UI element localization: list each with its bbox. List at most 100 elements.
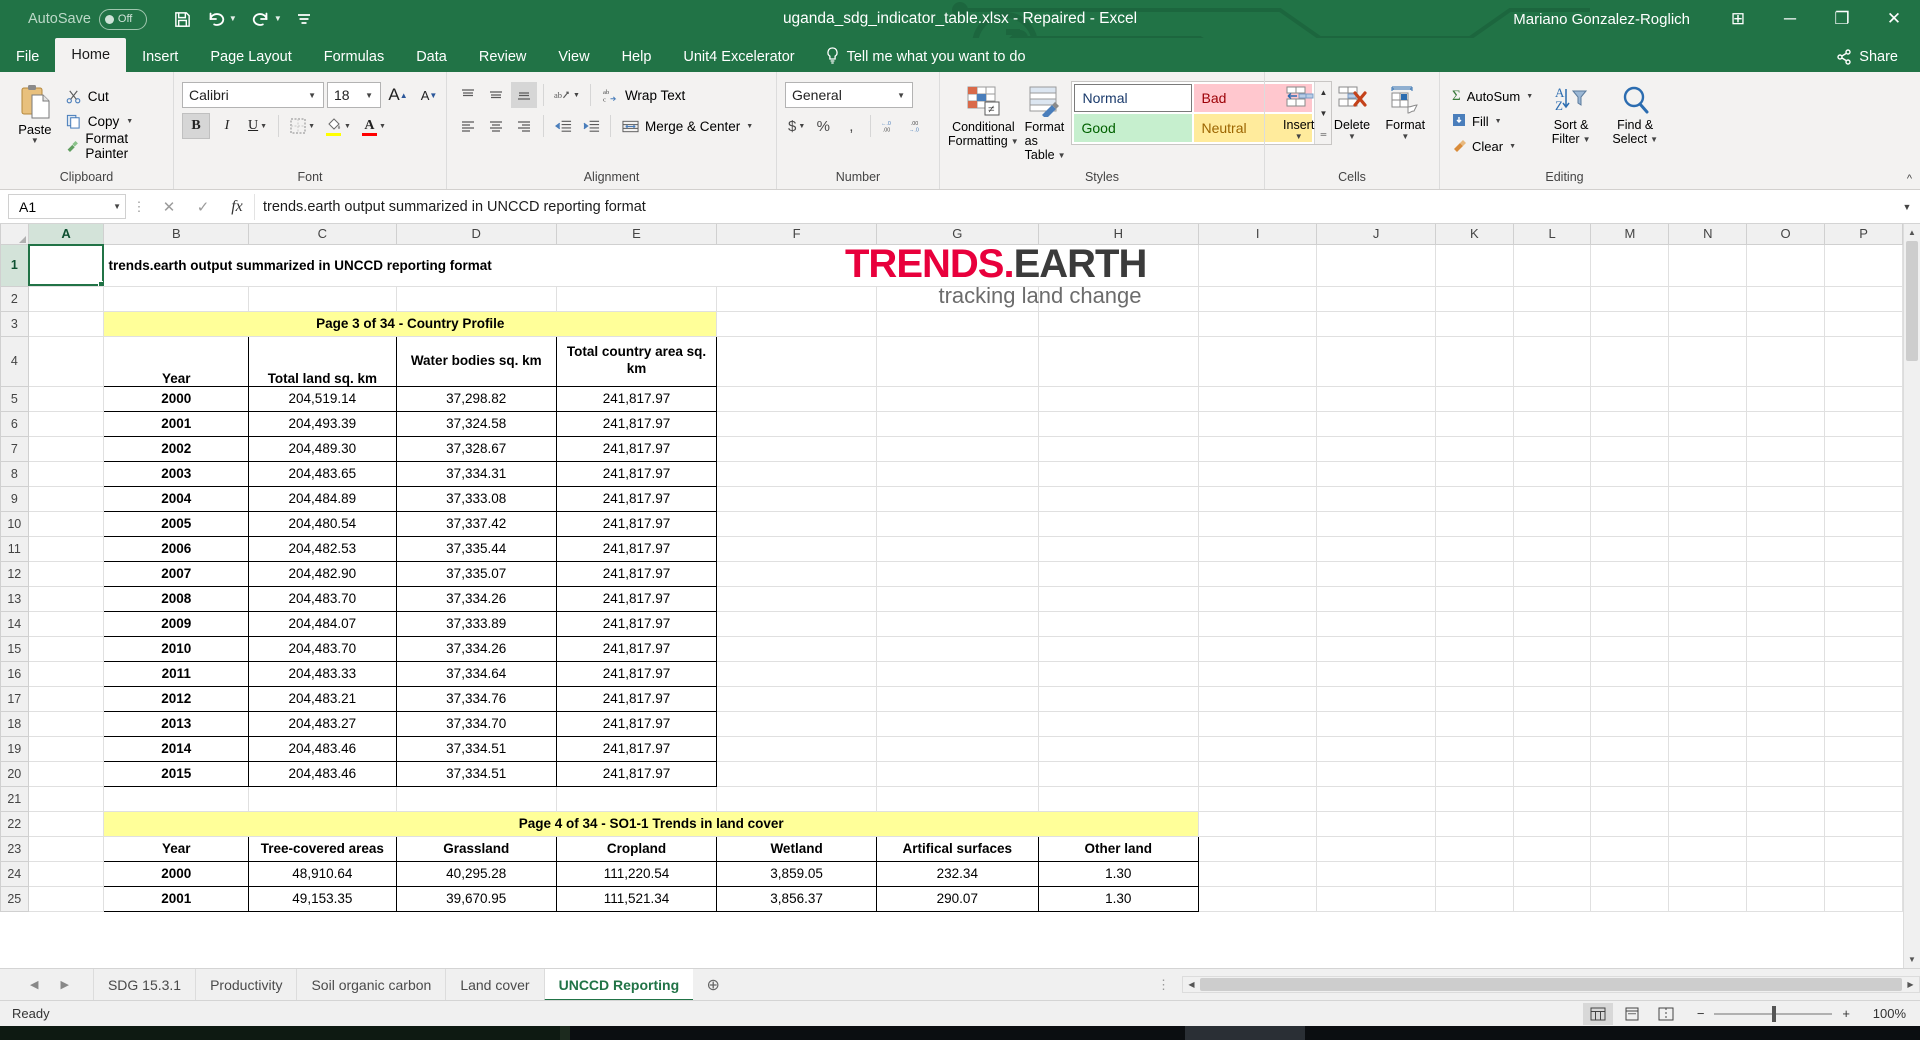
row-header-11[interactable]: 11 xyxy=(1,536,29,561)
row-header-12[interactable]: 12 xyxy=(1,561,29,586)
cell-F21[interactable] xyxy=(717,786,877,811)
find-select-caret-icon[interactable]: ▼ xyxy=(1650,135,1658,144)
save-icon[interactable] xyxy=(173,10,192,29)
cell-K15[interactable] xyxy=(1435,636,1513,661)
name-box-caret-icon[interactable]: ▼ xyxy=(113,202,121,211)
page-break-view-icon[interactable] xyxy=(1651,1003,1681,1025)
row-header-1[interactable]: 1 xyxy=(1,244,29,286)
orientation-caret-icon[interactable]: ▼ xyxy=(573,92,580,99)
table2-header-1[interactable]: Tree-covered areas xyxy=(249,836,397,861)
cell-P19[interactable] xyxy=(1825,736,1903,761)
row-header-23[interactable]: 23 xyxy=(1,836,29,861)
cell-F16[interactable] xyxy=(717,661,877,686)
table1-cell-year[interactable]: 2005 xyxy=(104,511,249,536)
paste-caret-icon[interactable]: ▼ xyxy=(31,136,39,145)
cell-L16[interactable] xyxy=(1513,661,1591,686)
cell-G7[interactable] xyxy=(877,436,1039,461)
cell-J19[interactable] xyxy=(1317,736,1435,761)
cell-O25[interactable] xyxy=(1747,886,1825,911)
normal-view-icon[interactable] xyxy=(1583,1003,1613,1025)
cell-F3[interactable] xyxy=(717,311,877,336)
cell-F20[interactable] xyxy=(717,761,877,786)
table1-cell-water-bodies[interactable]: 37,334.70 xyxy=(396,711,556,736)
cell-J12[interactable] xyxy=(1317,561,1435,586)
table1-header-1[interactable]: Total land sq. km xyxy=(249,336,397,386)
vertical-scroll-thumb[interactable] xyxy=(1906,241,1918,361)
cell-I25[interactable] xyxy=(1198,886,1316,911)
cell-J22[interactable] xyxy=(1317,811,1435,836)
cell-M3[interactable] xyxy=(1591,311,1669,336)
format-as-table-button[interactable]: Format as Table ▼ xyxy=(1025,81,1066,162)
table1-cell-water-bodies[interactable]: 37,334.64 xyxy=(396,661,556,686)
cell-P6[interactable] xyxy=(1825,411,1903,436)
column-header-F[interactable]: F xyxy=(717,224,877,244)
cell-K6[interactable] xyxy=(1435,411,1513,436)
cell-H17[interactable] xyxy=(1038,686,1198,711)
row-header-21[interactable]: 21 xyxy=(1,786,29,811)
merge-center-button[interactable]: Merge & Center ▼ xyxy=(617,113,758,139)
cell-F11[interactable] xyxy=(717,536,877,561)
cell-M5[interactable] xyxy=(1591,386,1669,411)
cell-J18[interactable] xyxy=(1317,711,1435,736)
cell-A12[interactable] xyxy=(28,561,104,586)
row-header-22[interactable]: 22 xyxy=(1,811,29,836)
row-header-5[interactable]: 5 xyxy=(1,386,29,411)
zoom-in-button[interactable]: + xyxy=(1842,1006,1850,1021)
cell-M8[interactable] xyxy=(1591,461,1669,486)
cell-L3[interactable] xyxy=(1513,311,1591,336)
row-header-20[interactable]: 20 xyxy=(1,761,29,786)
column-header-C[interactable]: C xyxy=(249,224,397,244)
cell-O23[interactable] xyxy=(1747,836,1825,861)
cell-K3[interactable] xyxy=(1435,311,1513,336)
ribbon-tab-view[interactable]: View xyxy=(542,42,605,72)
cell-J15[interactable] xyxy=(1317,636,1435,661)
cell-K19[interactable] xyxy=(1435,736,1513,761)
table1-cell-total-land[interactable]: 204,493.39 xyxy=(249,411,397,436)
cell-H14[interactable] xyxy=(1038,611,1198,636)
cell-J25[interactable] xyxy=(1317,886,1435,911)
horizontal-scrollbar[interactable]: ◀ ▶ xyxy=(1182,976,1920,993)
cell-P11[interactable] xyxy=(1825,536,1903,561)
increase-indent-icon[interactable] xyxy=(578,113,604,139)
cell-A13[interactable] xyxy=(28,586,104,611)
cell-G9[interactable] xyxy=(877,486,1039,511)
cell-G12[interactable] xyxy=(877,561,1039,586)
cell-A22[interactable] xyxy=(28,811,104,836)
cell-K4[interactable] xyxy=(1435,336,1513,386)
number-format-caret-icon[interactable]: ▼ xyxy=(893,91,909,100)
worksheet-grid[interactable]: A B C D E F G H I J K L M N O xyxy=(0,224,1903,912)
ribbon-tab-review[interactable]: Review xyxy=(463,42,543,72)
cell-I9[interactable] xyxy=(1198,486,1316,511)
cell-H15[interactable] xyxy=(1038,636,1198,661)
cell-J11[interactable] xyxy=(1317,536,1435,561)
cell-P1[interactable] xyxy=(1825,244,1903,286)
cell-M14[interactable] xyxy=(1591,611,1669,636)
cell-M1[interactable] xyxy=(1591,244,1669,286)
ribbon-tab-file[interactable]: File xyxy=(0,42,55,72)
table1-cell-year[interactable]: 2009 xyxy=(104,611,249,636)
format-painter-button[interactable]: Format Painter xyxy=(62,135,165,157)
cell-G5[interactable] xyxy=(877,386,1039,411)
table1-cell-total-land[interactable]: 204,482.53 xyxy=(249,536,397,561)
row-header-18[interactable]: 18 xyxy=(1,711,29,736)
cell-I8[interactable] xyxy=(1198,461,1316,486)
table1-cell-total-country[interactable]: 241,817.97 xyxy=(556,661,716,686)
table2-header-2[interactable]: Grassland xyxy=(396,836,556,861)
cut-button[interactable]: Cut xyxy=(62,85,165,107)
cell-I19[interactable] xyxy=(1198,736,1316,761)
table1-cell-water-bodies[interactable]: 37,334.51 xyxy=(396,736,556,761)
vertical-scrollbar[interactable]: ▲ ▼ xyxy=(1903,224,1920,968)
cell-N2[interactable] xyxy=(1669,286,1747,311)
table1-cell-year[interactable]: 2000 xyxy=(104,386,249,411)
table1-cell-total-country[interactable]: 241,817.97 xyxy=(556,536,716,561)
cell-L21[interactable] xyxy=(1513,786,1591,811)
cell-G20[interactable] xyxy=(877,761,1039,786)
scroll-up-icon[interactable]: ▲ xyxy=(1904,224,1920,241)
row-header-8[interactable]: 8 xyxy=(1,461,29,486)
cell-P17[interactable] xyxy=(1825,686,1903,711)
table1-cell-total-land[interactable]: 204,483.65 xyxy=(249,461,397,486)
table1-cell-total-country[interactable]: 241,817.97 xyxy=(556,461,716,486)
row-header-19[interactable]: 19 xyxy=(1,736,29,761)
cell-F6[interactable] xyxy=(717,411,877,436)
sheet-tab-soil-organic-carbon[interactable]: Soil organic carbon xyxy=(296,969,445,1001)
